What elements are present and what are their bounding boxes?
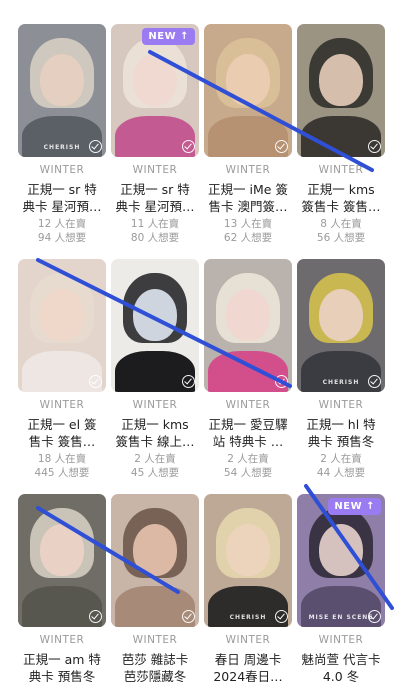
card-sellers-count: 8 人在賣 — [320, 218, 362, 230]
card-artist: WINTER — [225, 634, 271, 646]
card-artist: WINTER — [132, 634, 178, 646]
photo-face — [319, 524, 363, 576]
check-circle-icon[interactable] — [89, 140, 102, 153]
photo-face — [40, 524, 84, 576]
card-sellers-count: 2 人在賣 — [320, 453, 362, 465]
card-artist: WINTER — [318, 634, 364, 646]
card-title[interactable]: 芭莎 雜誌卡 芭莎隱藏冬 — [111, 651, 199, 682]
card-photo[interactable] — [18, 259, 106, 392]
photo-face — [226, 54, 270, 106]
card-title[interactable]: 正規一 sr 特 典卡 星河預… — [111, 181, 199, 215]
photo-face — [133, 524, 177, 576]
card-title[interactable]: 正規一 kms 簽售卡 線上… — [111, 416, 199, 450]
card-artist: WINTER — [318, 164, 364, 176]
card-grid: CHERISH WINTER 正規一 sr 特 典卡 星河預… 12 人在賣 9… — [0, 0, 400, 682]
check-circle-icon[interactable] — [368, 140, 381, 153]
photo-face — [133, 54, 177, 106]
card-wants-count: 62 人想要 — [223, 232, 273, 244]
check-circle-icon[interactable] — [89, 610, 102, 623]
check-circle-icon[interactable] — [182, 610, 195, 623]
card-photo[interactable]: NEW ↑ MISE EN SCENE — [297, 494, 385, 627]
new-badge: NEW ↑ — [142, 28, 195, 45]
photo-face — [226, 524, 270, 576]
check-circle-icon[interactable] — [182, 140, 195, 153]
card-title[interactable]: 正規一 sr 特 典卡 星河預… — [18, 181, 106, 215]
card-wants-count: 54 人想要 — [223, 467, 273, 479]
card-photo[interactable] — [204, 259, 292, 392]
card-sellers-count: 2 人在賣 — [227, 453, 269, 465]
card-artist: WINTER — [39, 164, 85, 176]
card-photo[interactable]: CHERISH — [204, 494, 292, 627]
card-sellers-count: 2 人在賣 — [134, 453, 176, 465]
card-photo[interactable] — [297, 24, 385, 157]
card-title[interactable]: 正規一 el 簽 售卡 簽售… — [18, 416, 106, 450]
check-circle-icon[interactable] — [275, 375, 288, 388]
card-wants-count: 56 人想要 — [316, 232, 366, 244]
photo-face — [319, 54, 363, 106]
card-wants-count: 445 人想要 — [34, 467, 90, 479]
card-artist: WINTER — [39, 634, 85, 646]
check-circle-icon[interactable] — [275, 610, 288, 623]
card-photo[interactable]: NEW ↑ — [111, 24, 199, 157]
card-sellers-count: 18 人在賣 — [37, 453, 87, 465]
photo-face — [40, 54, 84, 106]
check-circle-icon[interactable] — [275, 140, 288, 153]
card-photo[interactable]: CHERISH — [297, 259, 385, 392]
card-artist: WINTER — [39, 399, 85, 411]
card-sellers-count: 11 人在賣 — [130, 218, 180, 230]
card-wants-count: 44 人想要 — [316, 467, 366, 479]
card-sellers-count: 12 人在賣 — [37, 218, 87, 230]
card-title[interactable]: 正規一 kms 簽售卡 簽售… — [297, 181, 385, 215]
card-wants-count: 94 人想要 — [37, 232, 87, 244]
card-wants-count: 45 人想要 — [130, 467, 180, 479]
card-wants-count: 80 人想要 — [130, 232, 180, 244]
new-badge: NEW ↑ — [328, 498, 381, 515]
check-circle-icon[interactable] — [368, 375, 381, 388]
check-circle-icon[interactable] — [368, 610, 381, 623]
card-title[interactable]: 正規一 am 特 典卡 預售冬 — [18, 651, 106, 682]
card-artist: WINTER — [225, 164, 271, 176]
photo-face — [319, 289, 363, 341]
card-artist: WINTER — [132, 399, 178, 411]
card-photo[interactable]: CHERISH — [18, 24, 106, 157]
check-circle-icon[interactable] — [89, 375, 102, 388]
card-artist: WINTER — [132, 164, 178, 176]
photo-face — [226, 289, 270, 341]
photo-face — [133, 289, 177, 341]
card-photo[interactable] — [204, 24, 292, 157]
card-artist: WINTER — [225, 399, 271, 411]
card-title[interactable]: 正規一 iMe 簽 售卡 澳門簽… — [204, 181, 292, 215]
card-title[interactable]: 正規一 愛豆驛 站 特典卡 … — [204, 416, 292, 450]
card-sellers-count: 13 人在賣 — [223, 218, 273, 230]
photo-face — [40, 289, 84, 341]
check-circle-icon[interactable] — [182, 375, 195, 388]
card-title[interactable]: 正規一 hl 特 典卡 預售冬 — [297, 416, 385, 450]
card-photo[interactable] — [18, 494, 106, 627]
card-photo[interactable] — [111, 259, 199, 392]
card-title[interactable]: 魅尚萱 代言卡 4.0 冬 — [297, 651, 385, 682]
card-title[interactable]: 春日 周邊卡 2024春日… — [204, 651, 292, 682]
card-artist: WINTER — [318, 399, 364, 411]
card-photo[interactable] — [111, 494, 199, 627]
